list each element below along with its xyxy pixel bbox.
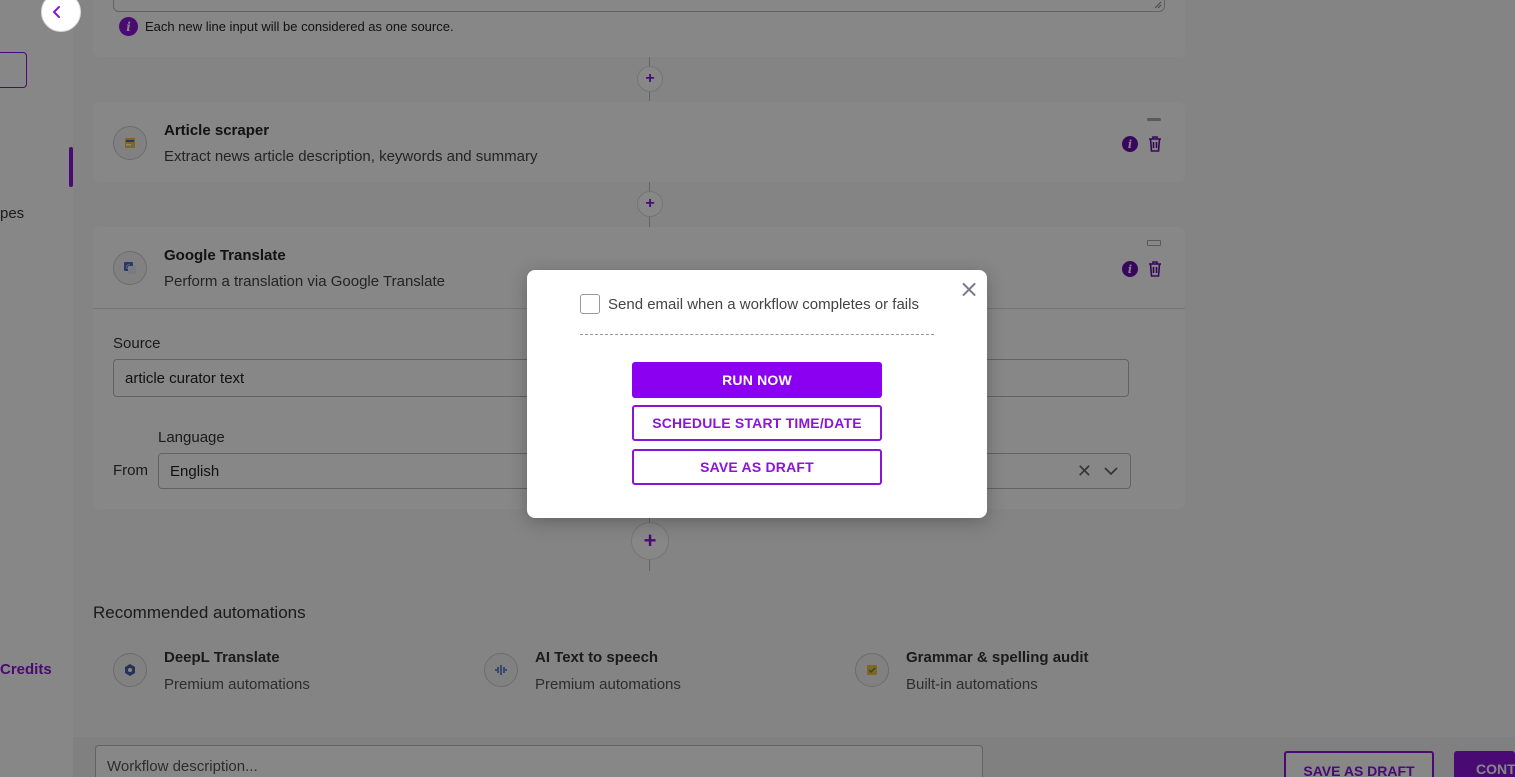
close-icon[interactable]: × bbox=[959, 277, 979, 301]
schedule-start-button[interactable]: SCHEDULE START TIME/DATE bbox=[632, 405, 882, 441]
divider bbox=[580, 334, 934, 335]
email-notification-option[interactable]: Send email when a workflow completes or … bbox=[580, 294, 919, 314]
email-notification-label[interactable]: Send email when a workflow completes or … bbox=[608, 296, 919, 313]
chevron-left-icon bbox=[53, 6, 60, 18]
run-workflow-dialog: × Send email when a workflow completes o… bbox=[527, 270, 987, 518]
save-as-draft-modal-button[interactable]: SAVE AS DRAFT bbox=[632, 449, 882, 485]
email-notification-checkbox[interactable] bbox=[580, 294, 600, 314]
run-now-button[interactable]: RUN NOW bbox=[632, 362, 882, 398]
